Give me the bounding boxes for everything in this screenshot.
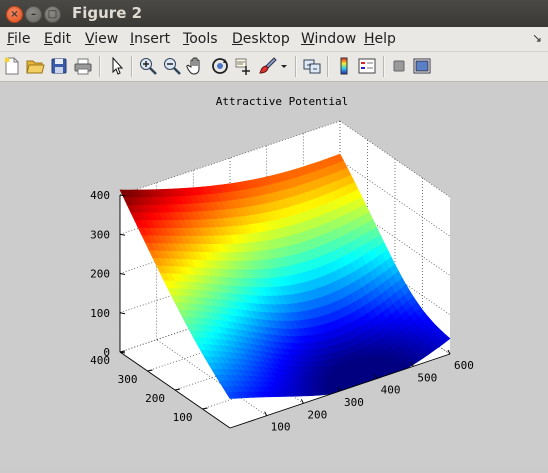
rotate-3d-icon[interactable] xyxy=(210,56,230,76)
show-plot-tools-icon[interactable] xyxy=(412,56,432,76)
save-icon[interactable] xyxy=(49,56,69,76)
window-titlebar: × – □ Figure 2 xyxy=(0,0,548,27)
maximize-window-button[interactable]: □ xyxy=(44,6,61,23)
menu-edit[interactable]: Edit xyxy=(44,31,71,47)
y-tick-label: 200 xyxy=(145,392,165,405)
toolbar-separator xyxy=(295,56,297,77)
brush-icon[interactable] xyxy=(258,56,278,76)
figure-toolbar xyxy=(0,52,548,82)
x-tick-label: 300 xyxy=(344,396,364,409)
menu-insert[interactable]: Insert xyxy=(130,31,170,47)
y-tick-label: 300 xyxy=(118,373,138,386)
x-tick-label: 100 xyxy=(271,421,291,434)
dock-arrow-icon[interactable]: ↘ xyxy=(532,31,542,45)
link-plot-icon[interactable] xyxy=(302,56,322,76)
z-tick-label: 100 xyxy=(90,307,110,320)
zoom-in-icon[interactable] xyxy=(138,56,158,76)
menu-view[interactable]: View xyxy=(85,31,118,47)
toolbar-separator xyxy=(131,56,133,77)
x-tick-label: 400 xyxy=(381,384,401,397)
y-tick-label: 400 xyxy=(90,354,110,367)
x-tick-label: 200 xyxy=(307,408,327,421)
z-tick-label: 300 xyxy=(90,228,110,241)
figure-canvas[interactable]: Attractive Potential 0 100 200 300 400 100 200… xyxy=(0,82,548,469)
new-figure-icon[interactable] xyxy=(2,56,22,76)
data-cursor-icon[interactable] xyxy=(234,56,254,76)
maximize-icon: □ xyxy=(47,9,58,20)
menubar: File Edit View Insert Tools Desktop Wind… xyxy=(0,27,548,52)
print-icon[interactable] xyxy=(73,56,93,76)
menu-file[interactable]: File xyxy=(7,31,30,47)
minimize-icon: – xyxy=(31,9,36,20)
menu-desktop[interactable]: Desktop xyxy=(232,31,290,47)
menu-window[interactable]: Window xyxy=(301,31,356,47)
y-tick-label: 100 xyxy=(173,411,193,424)
zoom-out-icon[interactable] xyxy=(162,56,182,76)
x-tick-label: 600 xyxy=(454,359,474,372)
chart-title: Attractive Potential xyxy=(216,95,348,108)
close-window-button[interactable]: × xyxy=(6,6,23,23)
legend-icon[interactable] xyxy=(357,56,377,76)
surface-plot[interactable]: Attractive Potential 0100200300400100200… xyxy=(0,82,548,469)
hide-plot-tools-icon[interactable] xyxy=(389,56,409,76)
z-tick-label: 400 xyxy=(90,189,110,202)
menu-help[interactable]: Help xyxy=(364,31,396,47)
edit-plot-arrow-icon[interactable] xyxy=(107,56,127,76)
brush-dropdown-icon[interactable] xyxy=(278,56,290,76)
menu-tools[interactable]: Tools xyxy=(183,31,218,47)
open-file-icon[interactable] xyxy=(25,56,45,76)
colorbar-icon[interactable] xyxy=(334,56,354,76)
toolbar-separator xyxy=(99,56,101,77)
pan-hand-icon[interactable] xyxy=(186,56,206,76)
window-title: Figure 2 xyxy=(72,4,143,22)
z-tick-label: 200 xyxy=(90,268,110,281)
close-icon: × xyxy=(10,9,19,20)
toolbar-separator xyxy=(383,56,385,77)
x-tick-label: 500 xyxy=(417,371,437,384)
minimize-window-button[interactable]: – xyxy=(25,6,42,23)
toolbar-separator xyxy=(327,56,329,77)
